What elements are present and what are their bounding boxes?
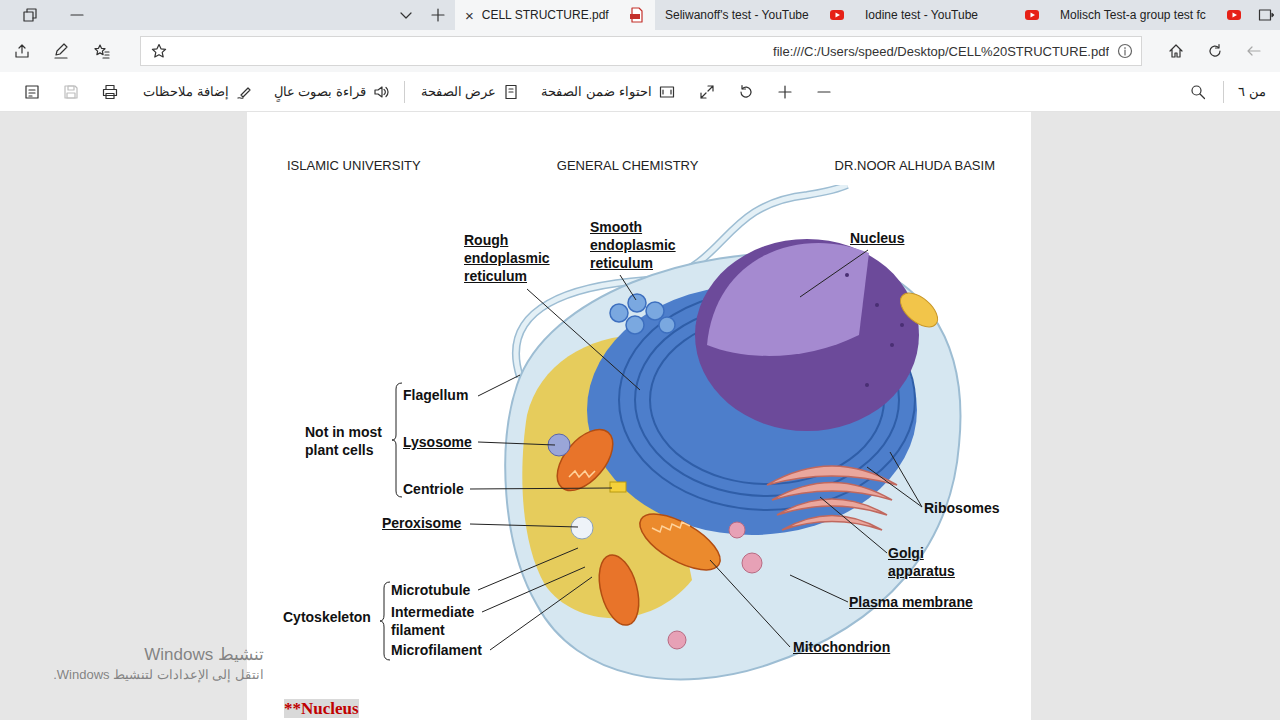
toolbar-separator xyxy=(404,81,405,103)
back-arrow-icon xyxy=(1246,43,1262,59)
set-tabs-aside-icon[interactable] xyxy=(1258,7,1274,23)
fullscreen-icon[interactable] xyxy=(699,84,715,100)
print-icon[interactable] xyxy=(102,84,118,100)
section-heading: **Nucleus xyxy=(284,699,359,718)
youtube-icon xyxy=(829,7,845,23)
new-tab-plus-icon[interactable] xyxy=(430,7,446,23)
diagram-label: Plasma membrane xyxy=(849,593,973,611)
diagram-label: Golgi apparatus xyxy=(888,544,955,580)
tab[interactable]: Seliwanoff's test - YouTube xyxy=(655,0,855,30)
section-heading-row: **Nucleus xyxy=(247,699,1031,719)
diagram-label: Intermediate filament xyxy=(391,603,474,639)
toolbar-button-label: قراءة بصوت عالٍ xyxy=(274,84,366,99)
toolbar-button[interactable]: قراءة بصوت عالٍ xyxy=(274,84,389,100)
header-text: ISLAMIC UNIVERSITY xyxy=(287,158,421,174)
zoom-in-icon[interactable] xyxy=(777,84,793,100)
watermark-subtitle: انتقل إلى الإعدادات لتنشيط Windows. xyxy=(53,666,264,684)
favorites-icon[interactable] xyxy=(94,43,110,59)
diagram-label: Microtubule xyxy=(391,581,470,599)
diagram-label: Not in most plant cells xyxy=(305,423,382,459)
toolbar-button-label: إضافة ملاحظات xyxy=(143,84,229,99)
tab[interactable]: Molisch Test-a group test fc xyxy=(1050,0,1252,30)
toolbar-separator xyxy=(1223,81,1224,103)
window-controls xyxy=(0,0,455,30)
star-icon[interactable] xyxy=(151,43,167,59)
save-icon xyxy=(63,84,79,100)
toolbar-button-label: احتواء ضمن الصفحة xyxy=(541,84,651,99)
toolbar-button[interactable]: احتواء ضمن الصفحة xyxy=(541,84,674,100)
cell-diagram: Rough endoplasmic reticulum Smooth endopl… xyxy=(247,185,1031,685)
tab-label: CELL STRUCTURE.pdf xyxy=(482,8,621,22)
url-text[interactable]: file:///C:/Users/speed/Desktop/CELL%20ST… xyxy=(175,44,1109,59)
diagram-label: Ribosomes xyxy=(924,499,999,517)
address-field[interactable]: file:///C:/Users/speed/Desktop/CELL%20ST… xyxy=(140,36,1142,66)
diagram-label: Microfilament xyxy=(391,641,482,659)
info-icon[interactable] xyxy=(1117,43,1133,59)
minimize-icon[interactable] xyxy=(69,7,85,23)
restore-icon[interactable] xyxy=(22,7,38,23)
rotate-icon[interactable] xyxy=(738,84,754,100)
toolbar-button-label: عرض الصفحة xyxy=(421,84,497,99)
windows-activation-watermark: تنشيط Windowsانتقل إلى الإعدادات لتنشيط … xyxy=(53,644,264,684)
diagram-label: Lysosome xyxy=(403,433,472,451)
tab[interactable]: Iodine test - YouTube xyxy=(855,0,1050,30)
address-row: file:///C:/Users/speed/Desktop/CELL%20ST… xyxy=(0,30,1280,72)
read-aloud-icon xyxy=(373,84,389,100)
tab-bar: × CELL STRUCTURE.pdf Seliwanoff's test - Y… xyxy=(0,0,1280,30)
document-viewer: ISLAMIC UNIVERSITY GENERAL CHEMISTRY DR.NO… xyxy=(0,112,1280,720)
youtube-icon xyxy=(1024,7,1040,23)
search-icon[interactable] xyxy=(1190,84,1206,100)
tab-close-button[interactable]: × xyxy=(465,8,474,23)
diagram-label: Cytoskeleton xyxy=(283,608,371,626)
diagram-label: Smooth endoplasmic reticulum xyxy=(590,218,676,272)
tab[interactable]: × CELL STRUCTURE.pdf xyxy=(455,0,655,30)
diagram-label: Mitochondrion xyxy=(793,638,890,656)
notes-list-icon[interactable] xyxy=(24,84,40,100)
toolbar-button[interactable]: إضافة ملاحظات xyxy=(143,84,252,100)
pen-icon[interactable] xyxy=(53,43,69,59)
header-text: DR.NOOR ALHUDA BASIM xyxy=(835,158,995,174)
header-text: GENERAL CHEMISTRY xyxy=(557,158,699,174)
share-icon[interactable] xyxy=(14,43,30,59)
zoom-out-icon[interactable] xyxy=(816,84,832,100)
fit-page-icon xyxy=(659,84,675,100)
home-icon[interactable] xyxy=(1168,43,1184,59)
tab-label: Seliwanoff's test - YouTube xyxy=(665,8,821,22)
refresh-icon[interactable] xyxy=(1207,43,1223,59)
tab-label: Molisch Test-a group test fc xyxy=(1060,8,1218,22)
pdf-page: ISLAMIC UNIVERSITY GENERAL CHEMISTRY DR.NO… xyxy=(247,112,1031,720)
page-view-icon xyxy=(503,84,519,100)
diagram-label: Centriole xyxy=(403,480,464,498)
page-count: من ٦ xyxy=(1238,84,1266,99)
ink-pen-icon xyxy=(236,84,252,100)
diagram-label: Nucleus xyxy=(850,229,904,247)
diagram-label: Flagellum xyxy=(403,386,468,404)
watermark-title: تنشيط Windows xyxy=(53,644,264,666)
toolbar-button[interactable]: عرض الصفحة xyxy=(421,84,520,100)
diagram-label: Rough endoplasmic reticulum xyxy=(464,231,550,285)
pdf-icon xyxy=(629,7,645,23)
tab-label: Iodine test - YouTube xyxy=(865,8,1016,22)
pdf-toolbar: إضافة ملاحظات قراءة بصوت عالٍ عرض الصفحة اح… xyxy=(0,72,1280,112)
tab-list-chevron-icon[interactable] xyxy=(398,7,414,23)
youtube-icon xyxy=(1226,7,1242,23)
page-header: ISLAMIC UNIVERSITY GENERAL CHEMISTRY DR.NO… xyxy=(247,112,1031,174)
diagram-label: Peroxisome xyxy=(382,514,461,532)
